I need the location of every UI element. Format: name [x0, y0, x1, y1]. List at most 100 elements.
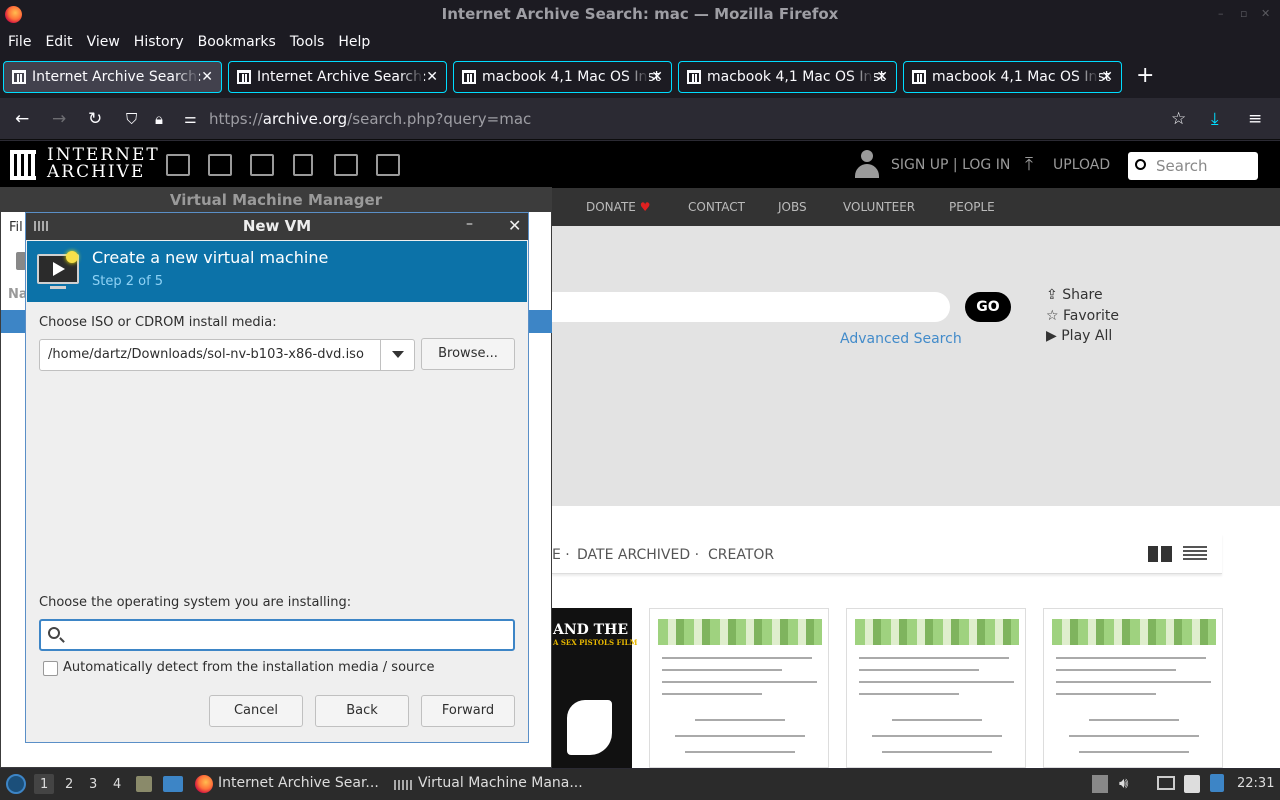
- favorite-link[interactable]: ☆ Favorite: [1046, 308, 1119, 324]
- software-disk-icon[interactable]: [334, 154, 358, 176]
- main-search-input[interactable]: [552, 292, 950, 322]
- bookmark-star-icon[interactable]: ☆: [1171, 109, 1186, 129]
- result-thumbnail[interactable]: [846, 608, 1026, 768]
- advanced-search-link[interactable]: Advanced Search: [840, 331, 962, 347]
- heart-icon: ♥: [639, 200, 651, 214]
- contact-link[interactable]: CONTACT: [688, 200, 745, 214]
- close-tab-icon[interactable]: ✕: [876, 62, 888, 92]
- menu-view[interactable]: View: [82, 34, 125, 50]
- play-all-link[interactable]: ▶ Play All: [1046, 328, 1112, 344]
- web-icon[interactable]: [166, 154, 190, 176]
- chevron-down-icon[interactable]: [380, 339, 415, 371]
- archive-logo-text[interactable]: INTERNET ARCHIVE: [47, 147, 160, 181]
- archive-search-input[interactable]: Search: [1128, 152, 1258, 180]
- close-tab-icon[interactable]: ✕: [201, 62, 213, 92]
- sort-option[interactable]: E ·: [552, 547, 570, 563]
- forward-arrow-icon[interactable]: →: [52, 109, 66, 129]
- images-icon[interactable]: [376, 154, 400, 176]
- auto-detect-label[interactable]: Automatically detect from the installati…: [63, 660, 434, 675]
- close-tab-icon[interactable]: ✕: [426, 62, 438, 92]
- trash-icon[interactable]: [1092, 775, 1108, 793]
- browser-tab[interactable]: macbook 4,1 Mac OS Inst ✕: [903, 61, 1122, 93]
- signup-login-link[interactable]: SIGN UP | LOG IN: [891, 157, 1010, 173]
- close-window-icon[interactable]: ✕: [1261, 8, 1273, 20]
- file-manager-icon[interactable]: [136, 776, 152, 792]
- audio-speaker-icon[interactable]: [293, 154, 313, 176]
- menu-edit[interactable]: Edit: [40, 34, 77, 50]
- iso-label: Choose ISO or CDROM install media:: [39, 315, 277, 330]
- menu-history[interactable]: History: [129, 34, 189, 50]
- new-tab-icon[interactable]: +: [1136, 64, 1154, 88]
- sort-creator[interactable]: CREATOR: [708, 547, 774, 563]
- list-view-icon[interactable]: [1183, 546, 1207, 562]
- archive-logo-icon[interactable]: [10, 150, 36, 180]
- browse-button[interactable]: Browse...: [421, 338, 515, 370]
- archive-favicon-icon: [462, 70, 476, 84]
- dialog-minimize-icon[interactable]: –: [466, 216, 473, 232]
- menu-tools[interactable]: Tools: [285, 34, 330, 50]
- texts-book-icon[interactable]: [208, 154, 232, 176]
- close-tab-icon[interactable]: ✕: [1101, 62, 1113, 92]
- notification-icon[interactable]: [1210, 774, 1224, 792]
- result-thumbnail[interactable]: [649, 608, 829, 768]
- clipboard-icon[interactable]: [1184, 775, 1200, 793]
- vmm-menu-file[interactable]: Fil: [9, 220, 23, 235]
- desktop-icon[interactable]: [163, 776, 183, 792]
- browser-tab[interactable]: macbook 4,1 Mac OS Inst ✕: [453, 61, 672, 93]
- maximize-icon[interactable]: ▫: [1240, 8, 1252, 20]
- os-search-input[interactable]: [39, 619, 515, 651]
- donate-link[interactable]: DONATE ♥: [586, 200, 650, 214]
- forward-button[interactable]: Forward: [421, 695, 515, 727]
- result-thumbnail[interactable]: [1043, 608, 1223, 768]
- download-icon[interactable]: ⤓: [1211, 109, 1219, 129]
- go-button[interactable]: GO: [965, 292, 1011, 322]
- user-avatar-icon[interactable]: [853, 150, 881, 180]
- new-star-icon: [66, 251, 78, 263]
- task-vmm[interactable]: Virtual Machine Mana...: [418, 775, 583, 791]
- upload-link[interactable]: UPLOAD: [1053, 157, 1110, 173]
- firefox-logo-icon: [5, 6, 22, 23]
- browser-tab[interactable]: macbook 4,1 Mac OS Inst ✕: [678, 61, 897, 93]
- people-link[interactable]: PEOPLE: [949, 200, 995, 214]
- iso-path-combo[interactable]: /home/dartz/Downloads/sol-nv-b103-x86-dv…: [39, 339, 415, 371]
- back-arrow-icon[interactable]: ←: [15, 109, 29, 129]
- tile-view-icon[interactable]: [1148, 546, 1172, 562]
- minimize-icon[interactable]: –: [1218, 8, 1230, 20]
- archive-favicon-icon: [912, 70, 926, 84]
- volunteer-link[interactable]: VOLUNTEER: [843, 200, 915, 214]
- auto-detect-checkbox[interactable]: [43, 661, 58, 676]
- start-menu-icon[interactable]: [6, 774, 26, 794]
- os-label: Choose the operating system you are inst…: [39, 595, 352, 610]
- lock-icon[interactable]: 🔒︎: [155, 109, 163, 129]
- hamburger-menu-icon[interactable]: ≡: [1248, 109, 1262, 129]
- share-link[interactable]: ⇪ Share: [1046, 287, 1103, 303]
- workspace-4[interactable]: 4: [113, 777, 121, 792]
- workspace-3[interactable]: 3: [89, 777, 97, 792]
- url-field[interactable]: https://archive.org/search.php?query=mac: [209, 110, 531, 128]
- clock: 22:31: [1237, 776, 1275, 791]
- sort-date-archived[interactable]: DATE ARCHIVED ·: [577, 547, 699, 563]
- volume-icon[interactable]: 🔊︎: [1119, 774, 1128, 792]
- dialog-close-icon[interactable]: ✕: [508, 216, 521, 235]
- menu-help[interactable]: Help: [333, 34, 375, 50]
- browser-tab[interactable]: Internet Archive Search: ✕: [3, 61, 222, 93]
- video-film-icon[interactable]: [250, 154, 274, 176]
- close-tab-icon[interactable]: ✕: [651, 62, 663, 92]
- sort-label: DATE ARCHIVED: [577, 547, 691, 563]
- workspace-1[interactable]: 1: [40, 777, 48, 792]
- network-icon[interactable]: [1157, 776, 1175, 790]
- browser-tab[interactable]: Internet Archive Search: ✕: [228, 61, 447, 93]
- favorite-label: Favorite: [1063, 308, 1119, 324]
- permissions-icon[interactable]: ⚌: [184, 109, 197, 129]
- reload-icon[interactable]: ↻: [88, 109, 102, 129]
- cancel-button[interactable]: Cancel: [209, 695, 303, 727]
- menu-file[interactable]: File: [3, 34, 36, 50]
- shield-icon[interactable]: ⛉: [126, 109, 137, 129]
- menu-bookmarks[interactable]: Bookmarks: [193, 34, 281, 50]
- task-firefox[interactable]: Internet Archive Sear...: [218, 775, 379, 791]
- upload-icon[interactable]: ⤒: [1025, 154, 1033, 175]
- back-button[interactable]: Back: [315, 695, 409, 727]
- url-host: archive.org: [262, 110, 348, 128]
- jobs-link[interactable]: JOBS: [778, 200, 807, 214]
- workspace-2[interactable]: 2: [65, 777, 73, 792]
